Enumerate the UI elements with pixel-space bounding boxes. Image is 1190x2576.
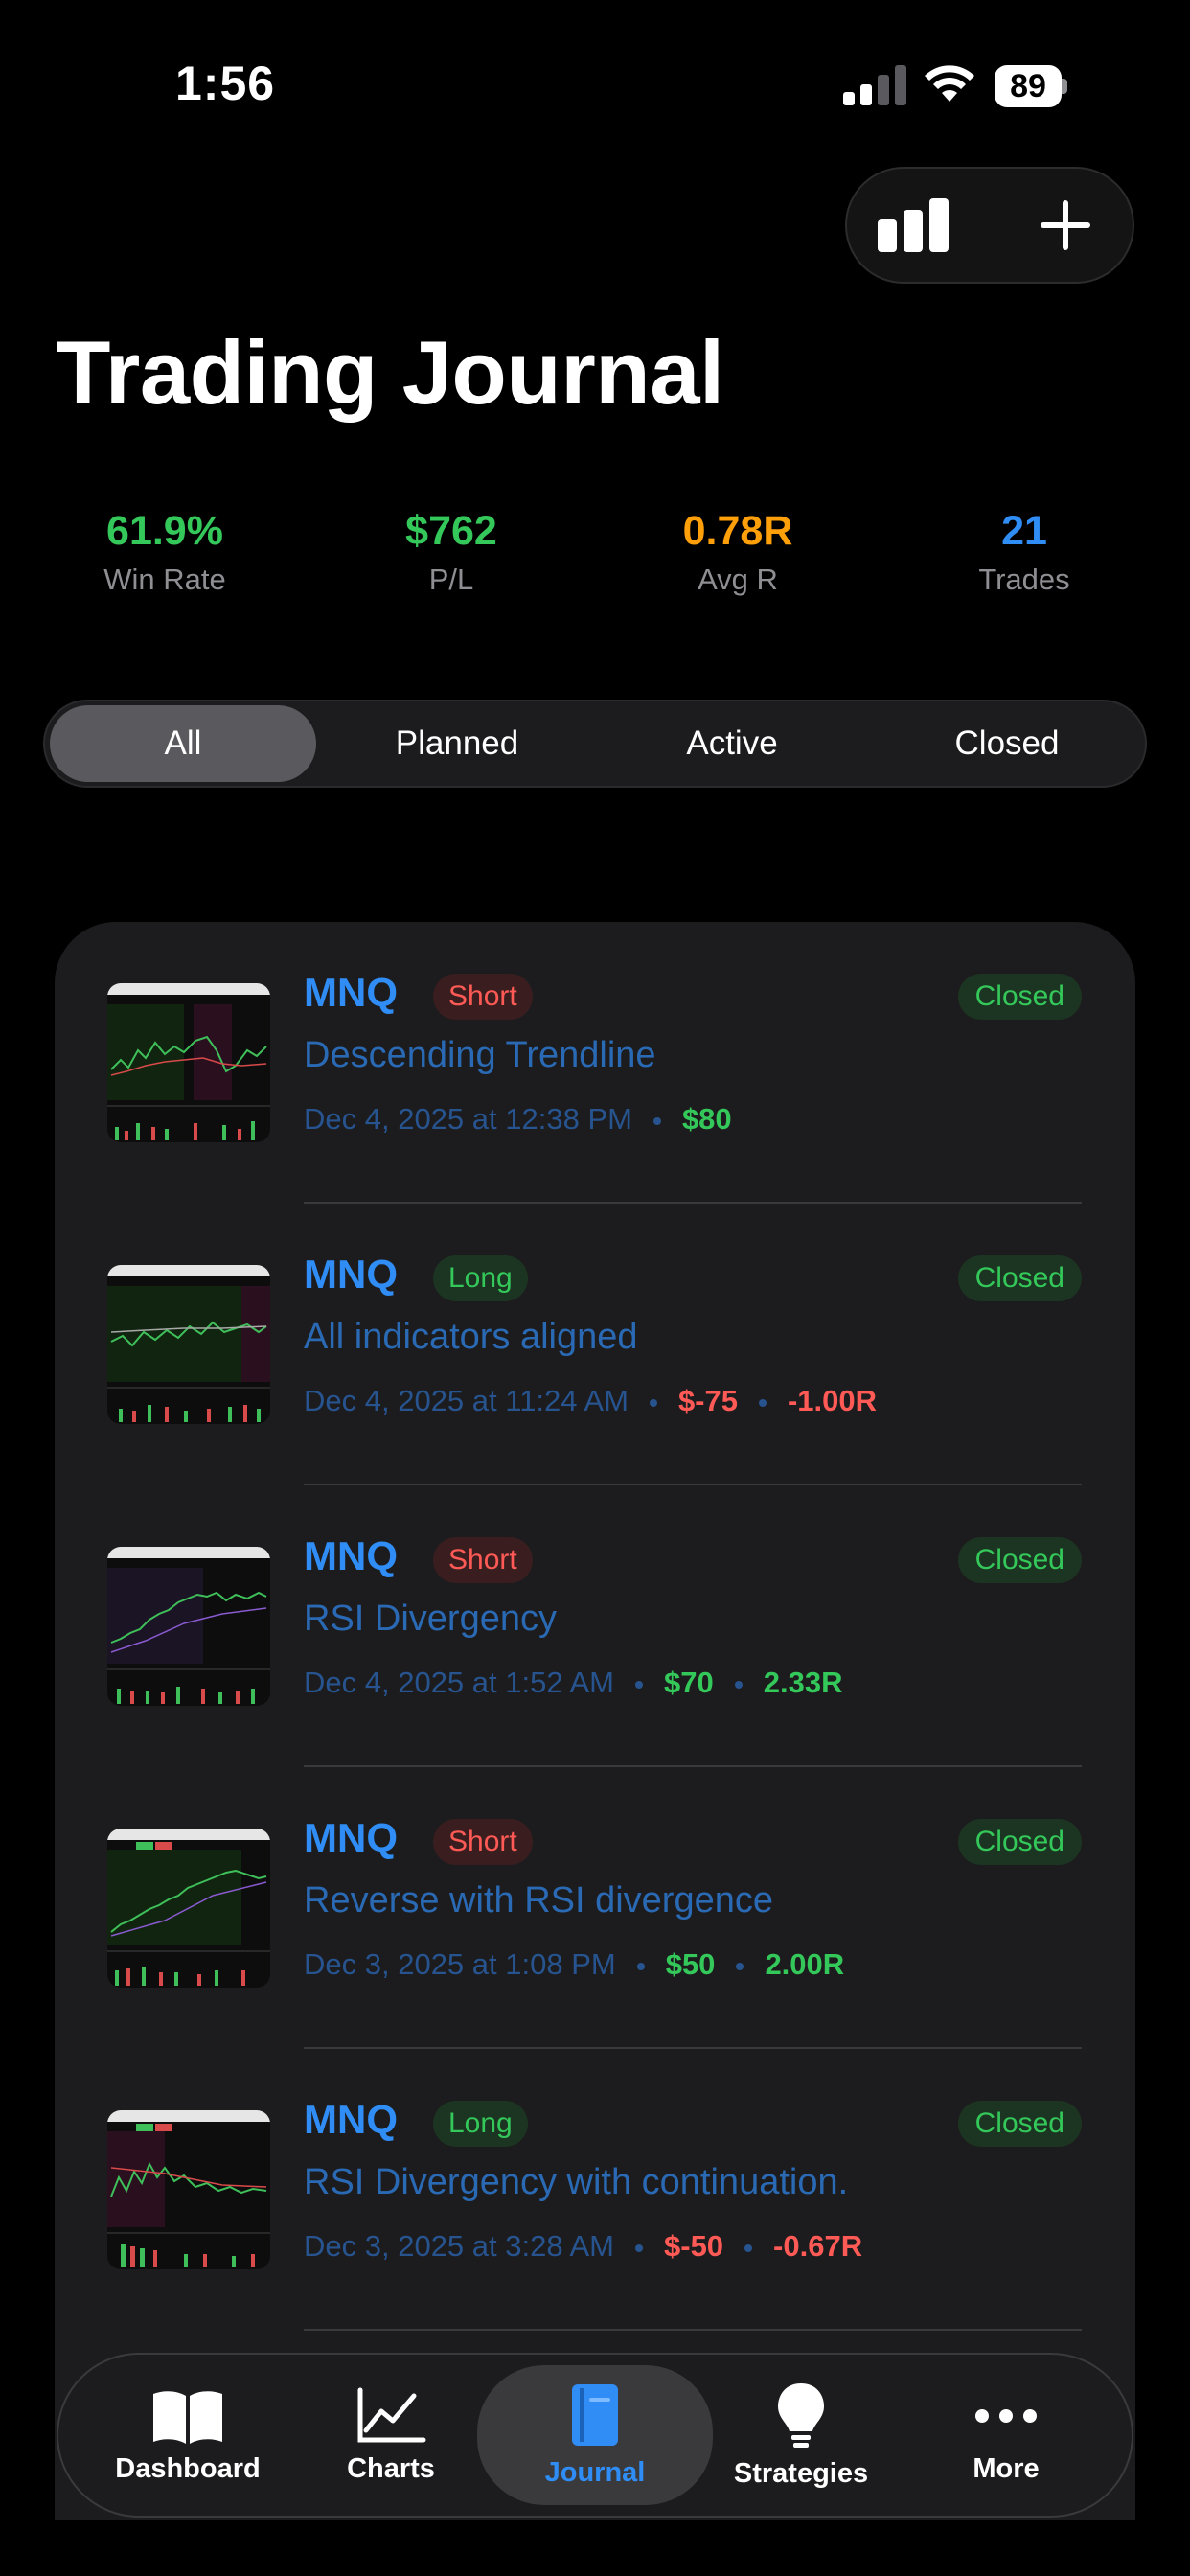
trade-r-multiple: -1.00R (787, 1384, 878, 1417)
trade-date: Dec 4, 2025 at 11:24 AM (304, 1384, 629, 1417)
direction-badge: Short (433, 1819, 533, 1865)
top-actions (845, 167, 1134, 284)
trade-symbol: MNQ (304, 2097, 398, 2142)
trade-meta: Dec 3, 2025 at 1:08 PM $50 2.00R (304, 1947, 844, 1982)
direction-badge: Short (433, 974, 533, 1020)
filter-planned[interactable]: Planned (324, 705, 590, 782)
direction-badge: Long (433, 1255, 528, 1301)
stat-avg-r: 0.78R Avg R (623, 508, 853, 597)
bar-chart-icon (878, 198, 949, 252)
trade-list: MNQ Short Closed Descending Trendline De… (55, 922, 1135, 2576)
status-badge: Closed (957, 1255, 1082, 1301)
filter-all[interactable]: All (50, 705, 316, 782)
stat-win-rate: 61.9% Win Rate (50, 508, 280, 597)
bottom-fade (0, 2520, 1190, 2576)
statistics-button[interactable] (847, 169, 981, 282)
direction-badge: Short (433, 1537, 533, 1583)
trade-meta: Dec 4, 2025 at 1:52 AM $70 2.33R (304, 1666, 842, 1700)
stat-value: 21 (1001, 508, 1047, 554)
battery-icon: 89 (995, 65, 1067, 107)
tab-label: Strategies (733, 2457, 869, 2489)
add-trade-button[interactable] (998, 169, 1133, 282)
trade-row[interactable]: MNQ Short Closed RSI Divergency Dec 4, 2… (55, 1485, 1135, 1767)
divider (304, 2329, 1082, 2331)
trade-meta: Dec 4, 2025 at 12:38 PM $80 (304, 1102, 732, 1137)
wifi-icon (925, 65, 974, 102)
trade-pnl: $-75 (677, 1384, 738, 1417)
chart-thumbnail (107, 983, 270, 1142)
filter-closed[interactable]: Closed (874, 705, 1140, 782)
battery-level: 89 (995, 65, 1062, 107)
chart-thumbnail (107, 1828, 270, 1988)
status-badge: Closed (957, 2101, 1082, 2147)
trade-r-multiple: 2.33R (763, 1666, 843, 1699)
stat-value: 61.9% (106, 508, 223, 554)
direction-badge: Long (433, 2101, 528, 2147)
tab-journal[interactable]: Journal (477, 2365, 713, 2505)
lightbulb-icon (778, 2382, 824, 2448)
tab-label: Dashboard (115, 2452, 261, 2484)
page-title: Trading Journal (56, 322, 724, 423)
tab-charts[interactable]: Charts (281, 2355, 501, 2516)
trade-pnl: $50 (665, 1947, 716, 1981)
chart-line-icon (357, 2387, 426, 2442)
trade-r-multiple: 2.00R (765, 1947, 845, 1981)
trade-meta: Dec 3, 2025 at 3:28 AM $-50 -0.67R (304, 2229, 862, 2264)
status-badge: Closed (957, 974, 1082, 1020)
tab-strategies[interactable]: Strategies (691, 2355, 911, 2516)
tab-label: Journal (544, 2456, 646, 2488)
trade-setup: Reverse with RSI divergence (304, 1880, 773, 1920)
journal-icon (572, 2383, 618, 2446)
stat-label: Win Rate (103, 563, 226, 596)
trade-setup: RSI Divergency with continuation. (304, 2162, 849, 2202)
ellipsis-icon (975, 2408, 1037, 2423)
stat-value: $762 (405, 508, 497, 554)
tab-label: Charts (347, 2452, 435, 2484)
cellular-signal-icon (843, 63, 906, 105)
stat-value: 0.78R (682, 508, 793, 554)
chart-thumbnail (107, 2110, 270, 2269)
tab-dashboard[interactable]: Dashboard (78, 2355, 298, 2516)
status-filter: All Planned Active Closed (43, 700, 1147, 788)
trade-date: Dec 3, 2025 at 3:28 AM (304, 2229, 614, 2263)
stat-label: Trades (978, 563, 1070, 596)
filter-active[interactable]: Active (599, 705, 865, 782)
trade-symbol: MNQ (304, 1533, 398, 1578)
trade-date: Dec 4, 2025 at 1:52 AM (304, 1666, 614, 1699)
stat-label: Avg R (698, 563, 778, 596)
trade-row[interactable]: MNQ Short Closed Reverse with RSI diverg… (55, 1767, 1135, 2049)
chart-thumbnail (107, 1265, 270, 1424)
trade-date: Dec 3, 2025 at 1:08 PM (304, 1947, 616, 1981)
trade-row[interactable]: MNQ Short Closed Descending Trendline De… (55, 922, 1135, 1204)
stat-label: P/L (428, 563, 474, 596)
book-icon (153, 2390, 222, 2444)
trade-setup: Descending Trendline (304, 1035, 656, 1075)
trade-pnl: $-50 (664, 2229, 724, 2263)
trade-date: Dec 4, 2025 at 12:38 PM (304, 1102, 632, 1136)
trade-row[interactable]: MNQ Long Closed RSI Divergency with cont… (55, 2049, 1135, 2331)
trade-meta: Dec 4, 2025 at 11:24 AM $-75 -1.00R (304, 1384, 877, 1418)
stat-trades: 21 Trades (909, 508, 1139, 597)
status-badge: Closed (957, 1537, 1082, 1583)
chart-thumbnail (107, 1547, 270, 1706)
trade-symbol: MNQ (304, 1252, 398, 1297)
trade-pnl: $70 (664, 1666, 714, 1699)
status-time: 1:56 (175, 57, 276, 110)
stats-summary: 61.9% Win Rate $762 P/L 0.78R Avg R 21 T… (0, 508, 1190, 613)
trade-row[interactable]: MNQ Long Closed All indicators aligned D… (55, 1204, 1135, 1485)
stat-pnl: $762 P/L (336, 508, 566, 597)
tab-bar: Dashboard Charts Journal Strategies More (57, 2353, 1133, 2518)
trade-symbol: MNQ (304, 1815, 398, 1860)
tab-label: More (973, 2452, 1040, 2484)
trade-setup: RSI Divergency (304, 1598, 557, 1639)
trade-symbol: MNQ (304, 970, 398, 1015)
status-badge: Closed (957, 1819, 1082, 1865)
plus-icon (1041, 200, 1090, 250)
trade-setup: All indicators aligned (304, 1317, 638, 1357)
trade-r-multiple: -0.67R (773, 2229, 863, 2263)
tab-more[interactable]: More (896, 2355, 1116, 2516)
trade-pnl: $80 (681, 1102, 732, 1136)
status-bar: 1:56 89 (0, 0, 1190, 153)
